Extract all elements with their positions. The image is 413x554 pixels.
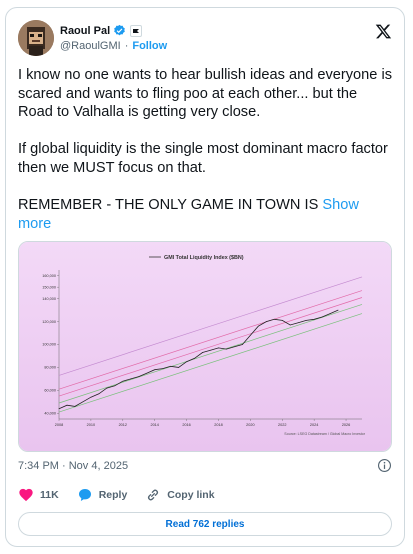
read-replies-button[interactable]: Read 762 replies [18, 512, 392, 536]
reply-label: Reply [98, 489, 128, 501]
y-tick-label: 80,000 [44, 366, 56, 370]
series-point [170, 365, 171, 367]
x-tick-label: 2008 [55, 423, 63, 427]
series-point [90, 396, 92, 398]
series-point [162, 368, 164, 369]
series-point [138, 376, 140, 377]
series-point [74, 406, 76, 407]
series-point [281, 320, 283, 321]
timestamp-row: 7:34 PM · Nov 4, 2025 [18, 458, 394, 474]
series-point [130, 378, 132, 380]
x-tick-label: 2012 [119, 423, 127, 427]
series-point [194, 357, 195, 359]
y-tick-label: 40,000 [44, 411, 56, 415]
affiliation-badge-icon[interactable] [130, 24, 143, 37]
series-point [210, 349, 211, 351]
series-point [106, 387, 108, 389]
series-point [178, 367, 179, 368]
author-names: Raoul Pal @RaoulGMI · Follow [60, 23, 167, 52]
chart-background [19, 242, 391, 451]
series-point [257, 325, 259, 327]
tweet-text: I know no one wants to hear bullish idea… [18, 66, 392, 233]
link-icon [148, 489, 159, 501]
avatar-image-icon [18, 20, 54, 56]
series-point [305, 320, 307, 321]
series-point [313, 318, 315, 320]
series-point [58, 408, 60, 410]
y-tick-label: 120,000 [42, 320, 56, 324]
series-point [273, 318, 275, 320]
copy-link-label: Copy link [167, 489, 215, 501]
series-point [98, 393, 100, 395]
series-point [82, 401, 84, 403]
series-point [234, 346, 235, 348]
tweet-body: I know no one wants to hear bullish idea… [18, 67, 392, 214]
tweet-media-chart[interactable]: 40,000 60,000 80,000 100,000 120,000 140,000 1… [18, 241, 392, 452]
tweet-header: Raoul Pal @RaoulGMI · Follow [18, 20, 394, 58]
x-tick-label: 2016 [182, 423, 190, 427]
series-point [186, 361, 187, 363]
x-tick-label: 2026 [342, 423, 350, 427]
info-icon[interactable] [377, 458, 392, 473]
x-tick-label: 2010 [87, 423, 95, 427]
series-point [122, 380, 124, 382]
y-tick-label: 100,000 [42, 343, 56, 347]
liquidity-chart: 40,000 60,000 80,000 100,000 120,000 140,000 1… [19, 242, 391, 451]
y-tick-label: 160,000 [42, 274, 56, 278]
tweet-card: Raoul Pal @RaoulGMI · Follow I know no o… [5, 7, 405, 547]
series-point [154, 369, 156, 371]
chart-source: Source: LSEG Datastream / Global Macro I… [284, 432, 365, 436]
author-handle[interactable]: @RaoulGMI [60, 40, 121, 52]
verified-badge-icon [114, 24, 125, 36]
y-tick-label: 140,000 [42, 297, 56, 301]
copy-link-button[interactable]: Copy link [145, 487, 215, 503]
x-tick-label: 2024 [310, 423, 318, 427]
y-tick-label: 60,000 [44, 389, 56, 393]
series-point [66, 404, 68, 406]
series-point [337, 309, 339, 311]
y-tick-label: 150,000 [42, 285, 56, 289]
reply-button[interactable]: Reply [77, 487, 128, 503]
reply-bubble-icon [78, 489, 91, 501]
series-point [321, 316, 323, 318]
author-name[interactable]: Raoul Pal [60, 25, 110, 37]
follow-button[interactable]: Follow [132, 40, 167, 52]
avatar[interactable] [18, 20, 54, 56]
like-button[interactable]: 11K [18, 487, 59, 503]
series-point [242, 344, 243, 345]
x-logo-icon[interactable] [375, 23, 392, 40]
tweet-timestamp[interactable]: 7:34 PM · Nov 4, 2025 [18, 460, 128, 472]
series-point [250, 334, 251, 336]
x-tick-label: 2018 [214, 423, 222, 427]
chart-legend: GMI Total Liquidity Index ($BN) [164, 255, 244, 261]
heart-icon [19, 488, 33, 502]
series-point [218, 347, 219, 349]
series-point [289, 324, 291, 326]
series-point [114, 385, 116, 387]
x-tick-label: 2014 [150, 423, 158, 427]
like-count: 11K [40, 489, 59, 501]
separator-dot: · [124, 40, 129, 52]
tweet-actions: 11K Reply Copy link [18, 486, 394, 504]
series-point [329, 313, 331, 314]
series-point [265, 321, 267, 322]
x-tick-label: 2022 [278, 423, 286, 427]
series-point [297, 322, 299, 324]
series-point [226, 348, 227, 350]
series-point [202, 352, 203, 353]
series-point [146, 372, 148, 374]
x-tick-label: 2020 [246, 423, 254, 427]
